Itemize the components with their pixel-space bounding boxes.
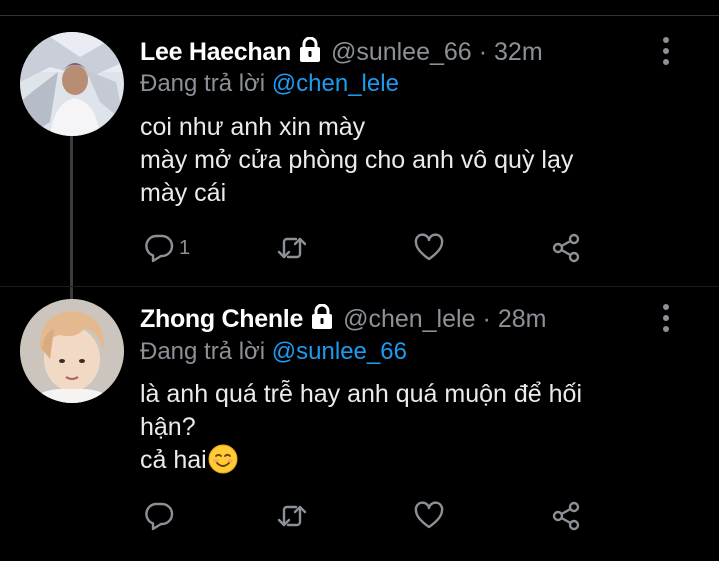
tweet[interactable]: Zhong Chenle @chen_lele · 28m Đang trả l…	[0, 287, 719, 561]
tweet[interactable]: Lee Haechan @sunlee_66 · 32m Đang trả lờ…	[0, 15, 719, 286]
retweet-button[interactable]	[276, 228, 308, 268]
separator-dot: ·	[482, 304, 491, 333]
tweet-text-line-with-emoji: cả hai	[140, 444, 700, 477]
smiling-face-emoji-icon	[208, 444, 238, 474]
heart-icon	[414, 233, 444, 261]
avatar[interactable]	[20, 299, 124, 403]
user-handle[interactable]: @chen_lele	[343, 305, 475, 334]
tweet-text: coi như anh xin mày mày mở cửa phòng cho…	[140, 111, 700, 210]
replying-to-line: Đang trả lời @sunlee_66	[140, 338, 407, 366]
tweet-text-line: cả hai	[140, 446, 207, 474]
separator-dot: ·	[478, 37, 488, 66]
tweet-text-line: là anh quá trễ hay anh quá muộn để hối	[140, 380, 583, 408]
share-button[interactable]	[550, 228, 582, 268]
reply-count: 1	[179, 236, 191, 259]
mention-link[interactable]: @sunlee_66	[272, 338, 407, 365]
lock-icon	[298, 36, 322, 63]
tweet-text-line: coi như anh xin mày	[140, 113, 366, 141]
tweet-text-line: hận?	[140, 413, 196, 441]
speech-bubble-icon	[145, 234, 174, 263]
tweet-text-line: mày mở cửa phòng cho anh vô quỳ lạy	[140, 146, 574, 174]
reply-button[interactable]: 1	[143, 228, 190, 268]
share-button[interactable]	[550, 496, 582, 536]
mention-link[interactable]: @chen_lele	[272, 70, 399, 97]
action-bar: 1	[0, 228, 719, 268]
tweet-header: Lee Haechan @sunlee_66 · 32m	[140, 36, 543, 67]
display-name[interactable]: Zhong Chenle	[140, 305, 303, 334]
tweet-header: Zhong Chenle @chen_lele · 28m	[140, 303, 547, 334]
speech-bubble-icon	[145, 502, 174, 531]
tweet-text-line: mày cái	[140, 179, 227, 207]
share-nodes-icon	[552, 501, 580, 531]
retweet-button[interactable]	[276, 496, 308, 536]
lock-icon	[310, 303, 334, 330]
replying-to-line: Đang trả lời @chen_lele	[140, 70, 399, 98]
timestamp[interactable]: 32m	[494, 38, 543, 67]
user-handle[interactable]: @sunlee_66	[331, 38, 472, 67]
replying-prefix: Đang trả lời	[140, 338, 266, 365]
display-name[interactable]: Lee Haechan	[140, 38, 291, 67]
like-button[interactable]	[413, 496, 445, 536]
vertical-ellipsis-icon[interactable]	[657, 304, 675, 332]
timestamp[interactable]: 28m	[498, 305, 547, 334]
replying-prefix: Đang trả lời	[140, 70, 266, 97]
avatar[interactable]	[20, 32, 124, 136]
share-nodes-icon	[552, 233, 580, 263]
like-button[interactable]	[413, 228, 445, 268]
action-bar	[0, 496, 719, 536]
tweet-text: là anh quá trễ hay anh quá muộn để hối h…	[140, 378, 700, 477]
vertical-ellipsis-icon[interactable]	[657, 37, 675, 65]
reply-button[interactable]	[143, 496, 179, 536]
heart-icon	[414, 501, 444, 529]
retweet-arrows-icon	[277, 237, 307, 259]
retweet-arrows-icon	[277, 505, 307, 527]
